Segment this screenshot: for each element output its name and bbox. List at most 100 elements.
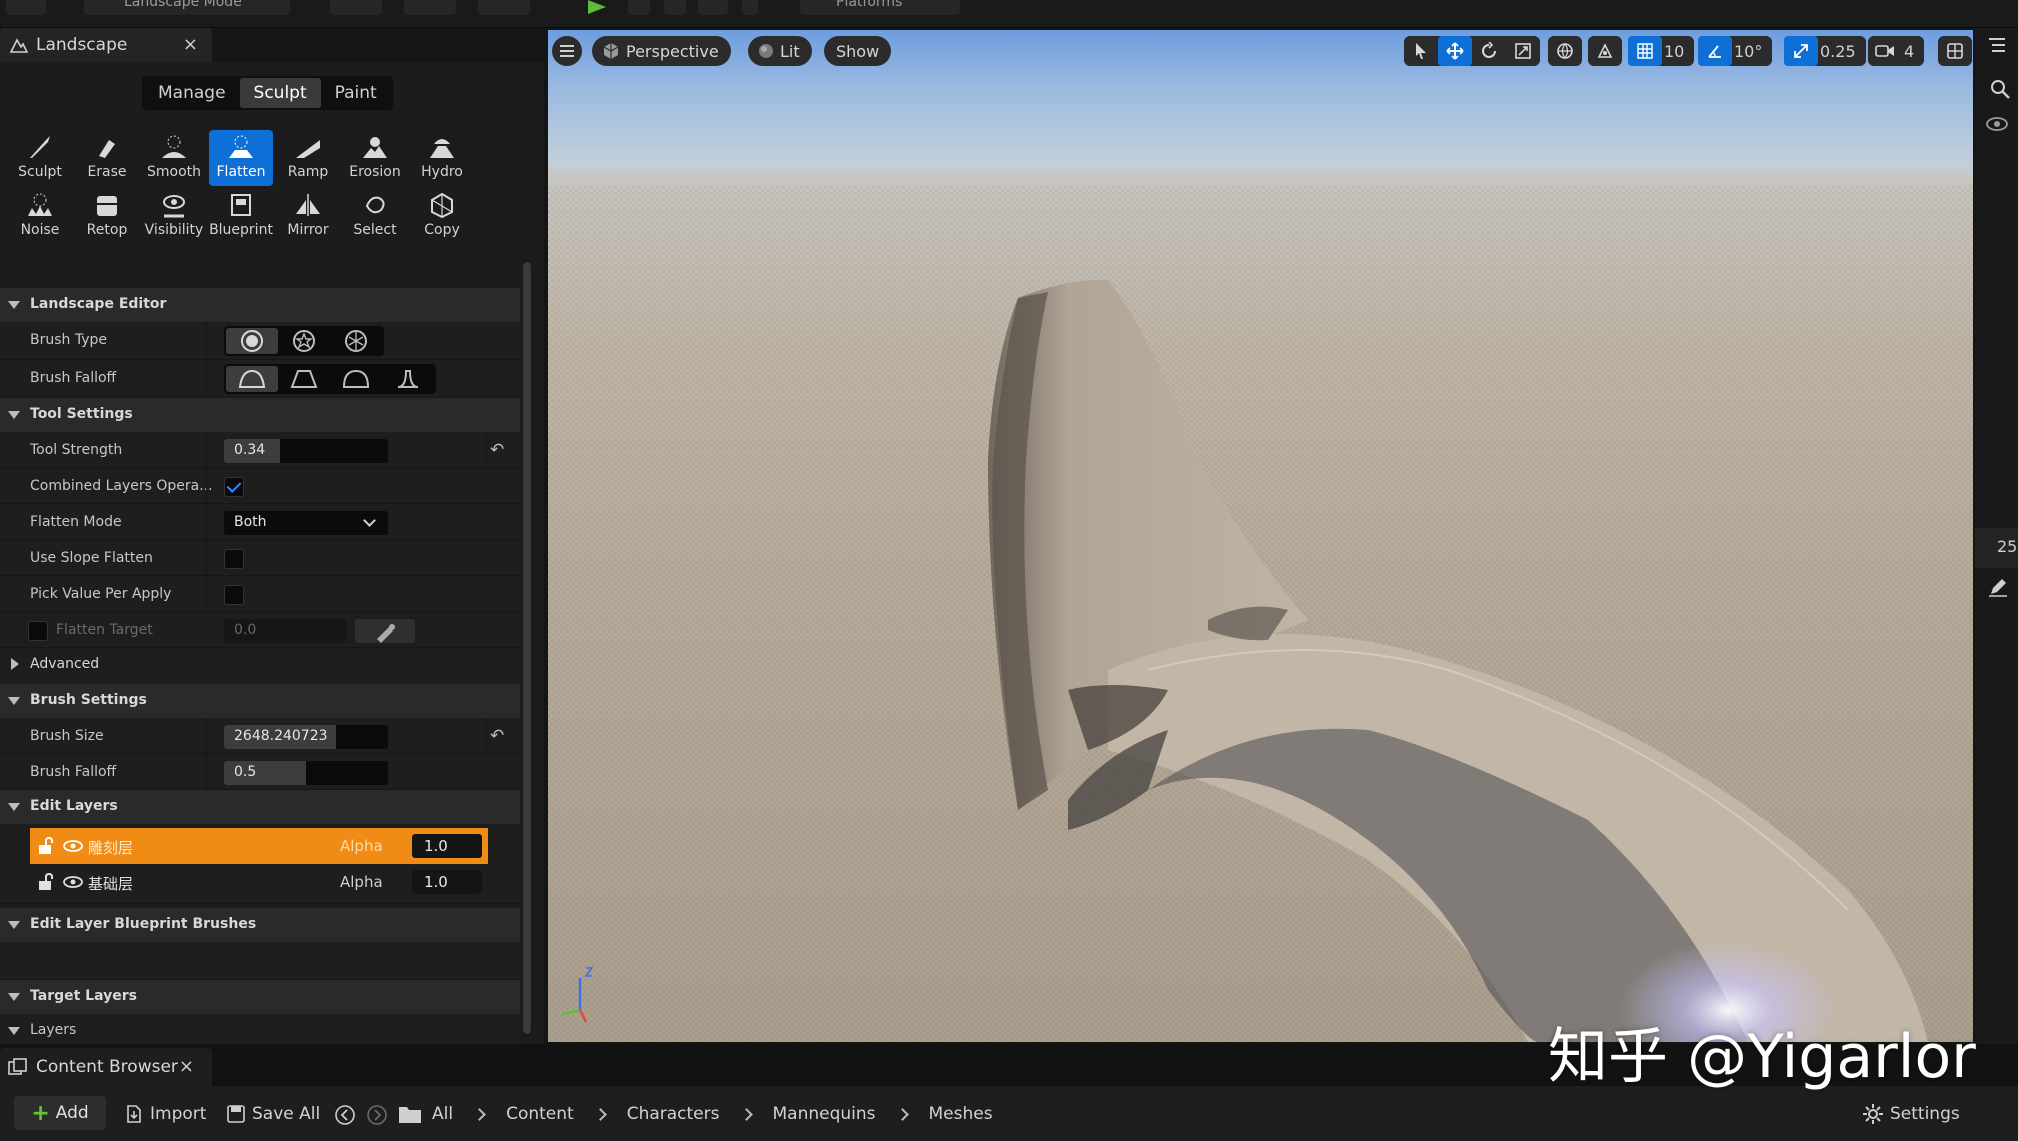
section-edit-layers[interactable]: Edit Layers (0, 790, 520, 824)
tab-sculpt[interactable]: Sculpt (239, 78, 321, 108)
falloff-linear-option[interactable] (278, 366, 330, 392)
flatten-target-input[interactable]: 0.0 (224, 619, 346, 643)
camera-speed-value[interactable]: 4 (1902, 42, 1924, 61)
panel-scrollbar-thumb[interactable] (523, 262, 531, 1034)
section-brush-settings[interactable]: Brush Settings (0, 684, 520, 718)
add-button[interactable]: + Add (14, 1096, 106, 1130)
breadcrumb-meshes[interactable]: Meshes (929, 1104, 993, 1124)
breadcrumb-all[interactable]: All (432, 1104, 453, 1124)
tab-landscape[interactable]: Landscape × (0, 28, 212, 62)
brush-falloff-slider[interactable]: 0.5 (224, 761, 388, 785)
level-viewport[interactable]: Perspective Lit Show 10 10° 0.25 4 (548, 30, 1973, 1042)
outliner-icon[interactable] (1987, 36, 2007, 54)
more-options-icon[interactable] (742, 0, 758, 15)
falloff-smooth-option[interactable] (226, 366, 278, 392)
section-advanced[interactable]: Advanced (0, 648, 520, 682)
platforms-menu[interactable]: Platforms (800, 0, 960, 15)
pick-value-per-apply-checkbox[interactable] (224, 585, 244, 605)
row-layers[interactable]: Layers (0, 1014, 520, 1048)
viewport-layout-icon[interactable] (1938, 36, 1972, 66)
close-icon[interactable]: × (183, 34, 198, 55)
edit-pencil-icon[interactable] (1987, 576, 2009, 598)
scale-snap-icon[interactable] (1784, 36, 1818, 66)
tool-sculpt[interactable]: Sculpt (8, 130, 72, 186)
add-actor-icon[interactable] (330, 0, 382, 15)
flatten-target-checkbox[interactable] (28, 621, 48, 641)
brush-size-slider[interactable]: 2648.240723 (224, 725, 388, 749)
camera-speed-icon[interactable] (1868, 36, 1902, 66)
search-icon[interactable] (1989, 78, 2011, 100)
translate-mode-icon[interactable] (1438, 36, 1472, 66)
tool-copy[interactable]: Copy (410, 188, 474, 244)
falloff-spherical-option[interactable] (330, 366, 382, 392)
unlock-icon[interactable] (38, 873, 58, 891)
perspective-button[interactable]: Perspective (592, 36, 731, 66)
breadcrumb-mannequins[interactable]: Mannequins (773, 1104, 876, 1124)
rotate-mode-icon[interactable] (1472, 36, 1506, 66)
grid-snap-value[interactable]: 10 (1662, 42, 1694, 61)
unlock-icon[interactable] (38, 837, 58, 855)
eject-icon[interactable] (698, 0, 728, 15)
use-slope-flatten-checkbox[interactable] (224, 549, 244, 569)
falloff-tip-option[interactable] (382, 366, 434, 392)
surface-snapping-icon[interactable] (1588, 36, 1622, 66)
simulate-icon[interactable] (628, 0, 650, 15)
scale-snap-value[interactable]: 0.25 (1818, 42, 1866, 61)
tab-paint[interactable]: Paint (321, 78, 391, 108)
flatten-mode-dropdown[interactable]: Both (224, 511, 388, 535)
combined-layers-checkbox[interactable] (224, 477, 244, 497)
tool-flatten[interactable]: Flatten (209, 130, 273, 186)
breadcrumb-content[interactable]: Content (506, 1104, 574, 1124)
save-icon[interactable] (6, 0, 46, 15)
tool-blueprint[interactable]: Blueprint (209, 188, 273, 244)
save-all-button[interactable]: Save All (226, 1100, 320, 1128)
tool-hydro[interactable]: Hydro (410, 130, 474, 186)
tool-ramp[interactable]: Ramp (276, 130, 340, 186)
chevron-right-icon[interactable] (473, 1107, 486, 1121)
world-coordinates-icon[interactable] (1548, 36, 1582, 66)
history-forward-icon[interactable] (366, 1104, 388, 1126)
grid-snap-icon[interactable] (1628, 36, 1662, 66)
section-edit-layer-blueprint-brushes[interactable]: Edit Layer Blueprint Brushes (0, 908, 520, 942)
tool-strength-slider[interactable]: 0.34 (224, 439, 388, 463)
tool-erosion[interactable]: Erosion (343, 130, 407, 186)
section-tool-settings[interactable]: Tool Settings (0, 398, 520, 432)
tool-erase[interactable]: Erase (75, 130, 139, 186)
tool-visibility[interactable]: Visibility (142, 188, 206, 244)
section-landscape-editor[interactable]: Landscape Editor (0, 288, 520, 322)
cinematics-icon[interactable] (478, 0, 530, 15)
close-icon[interactable]: × (179, 1056, 194, 1077)
breadcrumb-characters[interactable]: Characters (627, 1104, 720, 1124)
brush-type-circle-option[interactable] (226, 328, 278, 354)
tab-manage[interactable]: Manage (144, 78, 240, 108)
tool-retop[interactable]: Retop (75, 188, 139, 244)
folder-icon[interactable] (398, 1104, 422, 1124)
brush-type-alpha-option[interactable] (278, 328, 330, 354)
show-button[interactable]: Show (824, 36, 892, 66)
view-mode-button[interactable]: Lit (748, 36, 812, 66)
blueprint-menu-icon[interactable] (404, 0, 456, 15)
eyedropper-button[interactable] (355, 619, 415, 643)
alpha-input[interactable]: 1.0 (412, 834, 482, 858)
tab-content-browser[interactable]: Content Browser × (0, 1048, 212, 1086)
brush-type-pattern-option[interactable] (330, 328, 382, 354)
viewport-options-button[interactable] (552, 36, 582, 66)
eye-icon[interactable] (62, 839, 84, 853)
settings-button[interactable]: Settings (1862, 1100, 1960, 1128)
edit-layer-row[interactable]: 雕刻层 Alpha 1.0 (30, 828, 488, 864)
history-back-icon[interactable] (334, 1104, 356, 1126)
side-number-box[interactable]: 25 (1975, 528, 2018, 568)
mode-selector[interactable]: Landscape Mode (84, 0, 290, 15)
alpha-input[interactable]: 1.0 (412, 870, 482, 894)
import-button[interactable]: Import (124, 1100, 206, 1128)
scale-mode-icon[interactable] (1506, 36, 1540, 66)
tool-smooth[interactable]: Smooth (142, 130, 206, 186)
chevron-right-icon[interactable] (593, 1107, 607, 1121)
stop-icon[interactable] (664, 0, 686, 15)
rotation-snap-value[interactable]: 10° (1732, 42, 1772, 61)
tool-select[interactable]: Select (343, 188, 407, 244)
rotation-snap-icon[interactable] (1698, 36, 1732, 66)
chevron-right-icon[interactable] (895, 1107, 909, 1121)
edit-layer-row[interactable]: 基础层 Alpha 1.0 (30, 864, 488, 900)
tool-noise[interactable]: Noise (8, 188, 72, 244)
